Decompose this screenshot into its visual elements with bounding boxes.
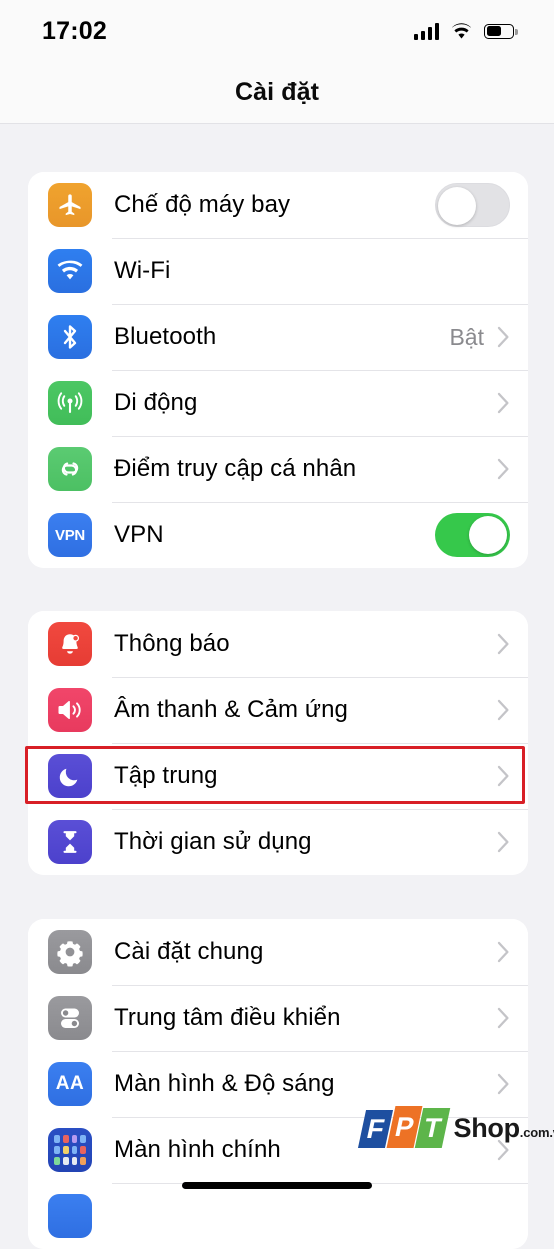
chevron-right-icon [497, 831, 510, 853]
settings-group-alerts: Thông báo Âm thanh & Cảm ứng Tập trung [28, 611, 528, 875]
wifi-icon [450, 23, 473, 40]
settings-row-screen-time[interactable]: Thời gian sử dụng [28, 809, 528, 875]
chevron-right-icon [497, 1007, 510, 1029]
settings-row-label: Thời gian sử dụng [114, 828, 312, 856]
chevron-right-icon [497, 633, 510, 655]
airplane-icon [48, 183, 92, 227]
chevron-right-icon [497, 941, 510, 963]
speaker-icon [48, 688, 92, 732]
shop-text: Shop [454, 1113, 520, 1144]
settings-row-personal-hotspot[interactable]: Điểm truy cập cá nhân [28, 436, 528, 502]
settings-row-label: Chế độ máy bay [114, 191, 290, 219]
personal-hotspot-icon [48, 447, 92, 491]
settings-row-vpn[interactable]: VPN VPN [28, 502, 528, 568]
settings-row-control-center[interactable]: Trung tâm điều khiển [28, 985, 528, 1051]
home-screen-icon-grid [48, 1128, 92, 1172]
bluetooth-status-value: Bật [449, 324, 484, 351]
shop-domain-text: .com.vn [520, 1125, 554, 1140]
settings-row-label: VPN [114, 521, 164, 549]
settings-group-connectivity: Chế độ máy bay Wi-Fi Bluetooth Bật [28, 172, 528, 568]
bell-icon [48, 622, 92, 666]
vpn-toggle[interactable] [435, 513, 510, 557]
settings-row-label: Tập trung [114, 762, 218, 790]
battery-cap [515, 29, 518, 35]
settings-row-label: Wi-Fi [114, 257, 170, 285]
navigation-bar: Cài đặt [0, 62, 554, 124]
settings-row-label: Thông báo [114, 630, 230, 658]
display-icon-label: AA [56, 1073, 84, 1095]
bluetooth-icon [48, 315, 92, 359]
toggle-knob [469, 516, 507, 554]
battery-icon [484, 24, 514, 39]
chevron-right-icon [497, 699, 510, 721]
settings-row-wifi[interactable]: Wi-Fi [28, 238, 528, 304]
settings-row-label: Cài đặt chung [114, 938, 263, 966]
control-center-icon [48, 996, 92, 1040]
settings-row-focus[interactable]: Tập trung [28, 743, 528, 809]
settings-row-label: Bluetooth [114, 323, 216, 351]
settings-row-cellular[interactable]: Di động [28, 370, 528, 436]
display-brightness-icon: AA [48, 1062, 92, 1106]
chevron-right-icon [497, 765, 510, 787]
settings-row-label: Màn hình chính [114, 1136, 281, 1164]
airplane-mode-toggle[interactable] [435, 183, 510, 227]
page-title: Cài đặt [235, 78, 319, 107]
settings-row-label: Di động [114, 389, 197, 417]
settings-row-partial-next[interactable] [28, 1183, 528, 1249]
settings-row-bluetooth[interactable]: Bluetooth Bật [28, 304, 528, 370]
settings-row-label: Trung tâm điều khiển [114, 1004, 341, 1032]
accessibility-icon [48, 1194, 92, 1238]
status-bar-time: 17:02 [42, 17, 107, 46]
settings-row-sounds-haptics[interactable]: Âm thanh & Cảm ứng [28, 677, 528, 743]
settings-row-airplane-mode[interactable]: Chế độ máy bay [28, 172, 528, 238]
chevron-right-icon [497, 326, 510, 348]
hourglass-icon [48, 820, 92, 864]
settings-row-notifications[interactable]: Thông báo [28, 611, 528, 677]
battery-level-fill [487, 26, 502, 36]
settings-row-label: Điểm truy cập cá nhân [114, 455, 356, 483]
chevron-right-icon [497, 392, 510, 414]
fpt-shop-watermark: F P T Shop .com.vn [362, 1108, 554, 1148]
shop-wordmark: Shop .com.vn [454, 1113, 554, 1144]
settings-row-label: Âm thanh & Cảm ứng [114, 696, 348, 724]
gear-icon [48, 930, 92, 974]
vpn-icon-label: VPN [55, 527, 85, 544]
home-indicator[interactable] [182, 1182, 372, 1189]
settings-scroll-view[interactable]: Chế độ máy bay Wi-Fi Bluetooth Bật [0, 124, 554, 1200]
toggle-knob [438, 187, 476, 225]
cellular-icon [48, 381, 92, 425]
home-screen-icon [48, 1128, 92, 1172]
vpn-icon: VPN [48, 513, 92, 557]
settings-row-general[interactable]: Cài đặt chung [28, 919, 528, 985]
fpt-logo: F P T [362, 1108, 448, 1148]
status-bar: 17:02 [0, 0, 554, 62]
moon-icon [48, 754, 92, 798]
settings-row-label: Màn hình & Độ sáng [114, 1070, 335, 1098]
status-bar-indicators [414, 23, 515, 40]
cellular-signal-icon [414, 23, 440, 40]
chevron-right-icon [497, 458, 510, 480]
chevron-right-icon [497, 1073, 510, 1095]
wifi-icon [48, 249, 92, 293]
